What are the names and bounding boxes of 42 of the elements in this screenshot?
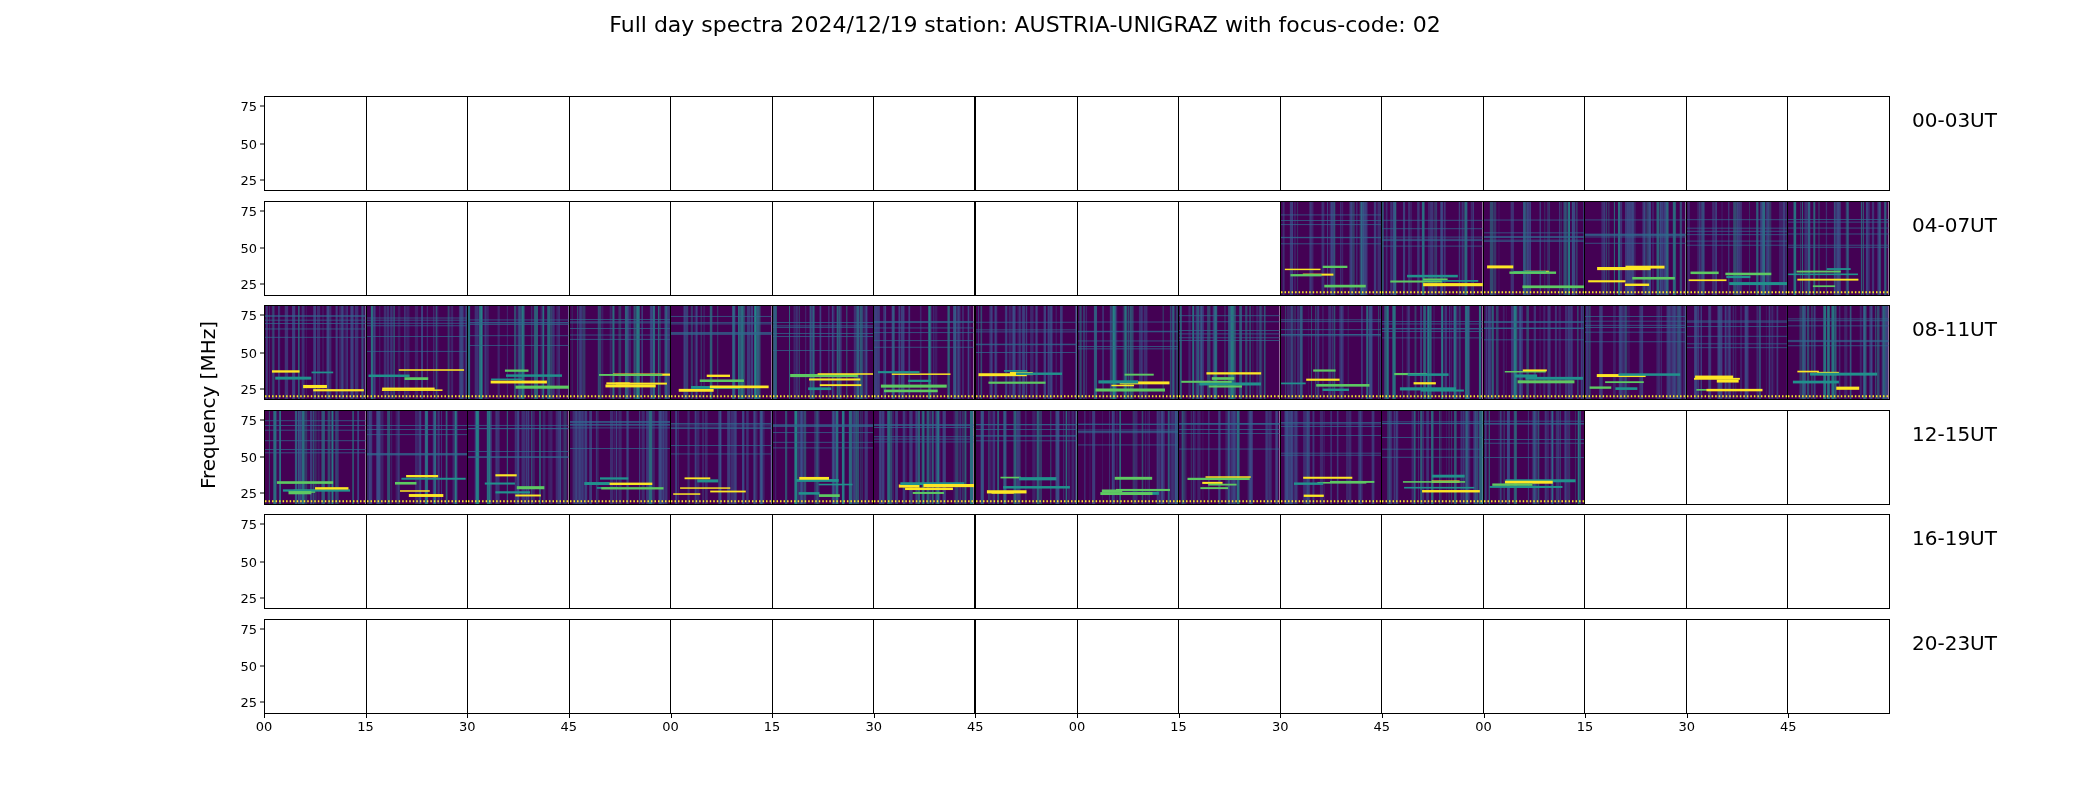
row-time-label: 00-03UT — [1912, 108, 1997, 132]
x-tick-label: 15 — [762, 718, 782, 734]
figure-title: Full day spectra 2024/12/19 station: AUSTRIA-UNIGRAZ with focus-code: 02 — [609, 12, 1441, 37]
y-tick-label: 25 — [240, 694, 257, 710]
y-tick-label: 50 — [240, 345, 257, 360]
x-tick-label: 45 — [966, 718, 985, 734]
x-tick-label: 30 — [1677, 718, 1696, 734]
y-tick-label: 25 — [240, 590, 257, 606]
x-tick-label: 30 — [864, 718, 883, 734]
y-tick-label: 75 — [240, 98, 257, 114]
y-tick-label: 25 — [240, 485, 257, 501]
y-tick-label: 75 — [240, 516, 257, 532]
y-tick-label: 75 — [240, 621, 257, 637]
x-tick-label: 00 — [1067, 718, 1087, 734]
y-tick-label: 50 — [240, 136, 257, 151]
x-tick-label: 15 — [356, 718, 375, 734]
y-tick-label: 50 — [240, 658, 257, 674]
y-tick-label: 25 — [240, 381, 257, 397]
row-time-label: 20-23UT — [1912, 630, 1997, 655]
row-time-label: 16-19UT — [1912, 526, 1997, 550]
row-time-label: 08-11UT — [1912, 317, 1997, 341]
y-tick-label: 50 — [240, 449, 257, 465]
x-tick-label: 45 — [1779, 718, 1798, 734]
x-tick-label: 00 — [254, 718, 274, 734]
y-tick-label: 75 — [240, 412, 257, 428]
y-tick-label: 75 — [240, 203, 257, 219]
x-tick-label: 30 — [1270, 718, 1290, 734]
x-tick-label: 30 — [457, 718, 477, 734]
y-tick-label: 25 — [240, 172, 257, 188]
x-tick-label: 00 — [1474, 718, 1493, 734]
row-time-label: 04-07UT — [1912, 212, 1997, 237]
y-axis-label: Frequency [MHz] — [196, 320, 220, 489]
y-tick-label: 50 — [240, 240, 257, 256]
y-tick-label: 50 — [240, 554, 257, 569]
y-tick-label: 75 — [240, 307, 257, 323]
x-tick-label: 15 — [1575, 718, 1595, 734]
x-tick-label: 00 — [661, 718, 680, 734]
row-time-label: 12-15UT — [1912, 421, 1997, 446]
y-tick-label: 25 — [240, 276, 257, 292]
x-tick-label: 45 — [559, 718, 579, 734]
x-tick-label: 45 — [1372, 718, 1392, 734]
x-tick-label: 15 — [1169, 718, 1188, 734]
